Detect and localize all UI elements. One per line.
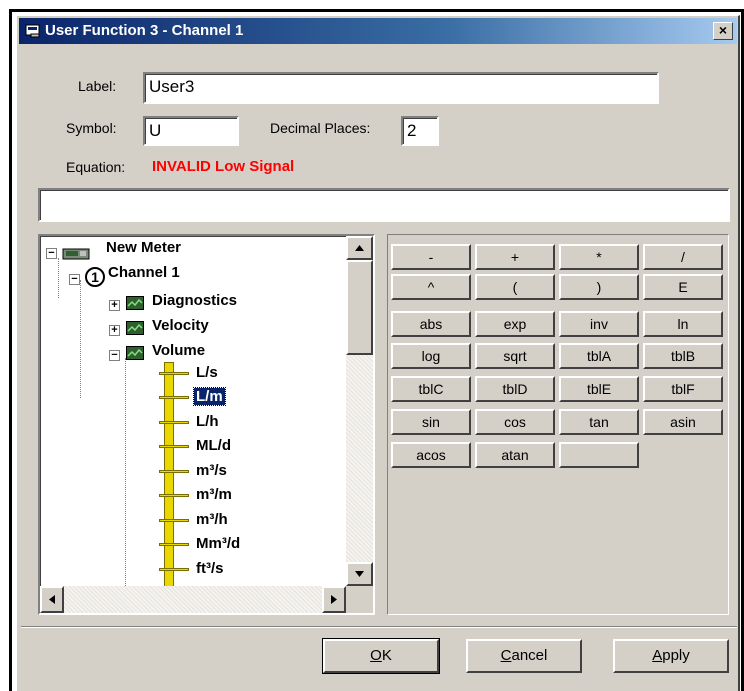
tree-unit-label[interactable]: m³/h xyxy=(196,511,228,528)
key-power[interactable]: ^ xyxy=(391,274,471,300)
key-inv[interactable]: inv xyxy=(559,311,639,337)
close-button[interactable]: × xyxy=(713,22,733,40)
unit-tick-icon xyxy=(159,568,189,571)
window-title: User Function 3 - Channel 1 xyxy=(45,22,244,39)
equation-caption: Equation: xyxy=(66,159,126,175)
key-minus[interactable]: - xyxy=(391,244,471,270)
key-tan[interactable]: tan xyxy=(559,409,639,435)
tree-line xyxy=(125,358,126,613)
chart-icon xyxy=(126,346,144,360)
key-abs[interactable]: abs xyxy=(391,311,471,337)
symbol-caption: Symbol: xyxy=(66,120,117,136)
equation-status: INVALID Low Signal xyxy=(152,158,295,175)
unit-tick-icon xyxy=(159,396,189,399)
key-exp[interactable]: exp xyxy=(475,311,555,337)
scroll-thumb[interactable] xyxy=(346,260,373,355)
tree-group-label[interactable]: Volume xyxy=(152,342,205,359)
expand-toggle[interactable]: + xyxy=(109,325,120,336)
cancel-accel: C xyxy=(500,647,512,664)
tree-unit-label[interactable]: m³/s xyxy=(196,462,227,479)
unit-tick-icon xyxy=(159,372,189,375)
key-tblc[interactable]: tblC xyxy=(391,376,471,402)
tree-channel-label[interactable]: Channel 1 xyxy=(108,264,180,281)
tree-group-label[interactable]: Diagnostics xyxy=(152,292,237,309)
tree-unit-label-selected[interactable]: L/m xyxy=(193,387,226,406)
unit-tick-icon xyxy=(159,494,189,497)
title-bar[interactable]: User Function 3 - Channel 1 × xyxy=(19,18,737,44)
unit-tick-icon xyxy=(159,421,189,424)
unit-tick-icon xyxy=(159,445,189,448)
tree-unit-label[interactable]: L/s xyxy=(196,364,218,381)
key-log[interactable]: log xyxy=(391,343,471,369)
cancel-button[interactable]: Cancel xyxy=(466,639,582,673)
collapse-toggle[interactable]: − xyxy=(46,248,57,259)
label-input[interactable]: User3 xyxy=(143,72,659,104)
apply-accel: A xyxy=(652,647,663,664)
scroll-down-button[interactable] xyxy=(346,562,373,586)
scroll-right-button[interactable] xyxy=(322,586,346,613)
apply-label: pply xyxy=(662,647,690,664)
key-atan[interactable]: atan xyxy=(475,442,555,468)
tree-group-label[interactable]: Velocity xyxy=(152,317,209,334)
label-caption: Label: xyxy=(78,78,117,94)
apply-button[interactable]: Apply xyxy=(613,639,729,673)
collapse-toggle[interactable]: − xyxy=(69,274,80,285)
decimal-places-input[interactable]: 2 xyxy=(401,116,439,146)
ok-label: K xyxy=(381,647,392,664)
tree-root-label[interactable]: New Meter xyxy=(106,239,181,256)
key-tbld[interactable]: tblD xyxy=(475,376,555,402)
meter-icon xyxy=(62,247,90,264)
key-plus[interactable]: + xyxy=(475,244,555,270)
tree-unit-label[interactable]: Mm³/d xyxy=(196,535,240,552)
tree-view[interactable]: − New Meter − 1 Channel 1 + Diagnostics … xyxy=(38,234,375,615)
key-blank[interactable] xyxy=(559,442,639,468)
expand-toggle[interactable]: + xyxy=(109,300,120,311)
tree-horizontal-scrollbar[interactable] xyxy=(40,586,346,613)
unit-tick-icon xyxy=(159,519,189,522)
scroll-left-button[interactable] xyxy=(40,586,64,613)
key-acos[interactable]: acos xyxy=(391,442,471,468)
equation-input[interactable] xyxy=(38,188,730,222)
key-asin[interactable]: asin xyxy=(643,409,723,435)
svg-text:1: 1 xyxy=(91,269,99,285)
ok-accel: O xyxy=(370,647,382,664)
tree-unit-label[interactable]: ML/d xyxy=(196,437,231,454)
decimal-places-caption: Decimal Places: xyxy=(270,120,371,136)
app-icon xyxy=(25,24,41,38)
chart-icon xyxy=(126,296,144,310)
key-tble[interactable]: tblE xyxy=(559,376,639,402)
ok-button[interactable]: OK xyxy=(322,638,440,674)
key-tblf[interactable]: tblF xyxy=(643,376,723,402)
cancel-label: ancel xyxy=(511,647,548,664)
key-sqrt[interactable]: sqrt xyxy=(475,343,555,369)
key-exponent[interactable]: E xyxy=(643,274,723,300)
key-close-paren[interactable]: ) xyxy=(559,274,639,300)
key-sin[interactable]: sin xyxy=(391,409,471,435)
scroll-up-button[interactable] xyxy=(346,236,373,260)
key-multiply[interactable]: * xyxy=(559,244,639,270)
key-ln[interactable]: ln xyxy=(643,311,723,337)
tree-line xyxy=(58,258,59,298)
unit-tick-icon xyxy=(159,470,189,473)
key-open-paren[interactable]: ( xyxy=(475,274,555,300)
scroll-corner xyxy=(346,586,373,613)
key-divide[interactable]: / xyxy=(643,244,723,270)
key-tbla[interactable]: tblA xyxy=(559,343,639,369)
footer-separator xyxy=(21,626,737,628)
key-cos[interactable]: cos xyxy=(475,409,555,435)
channel-number-icon: 1 xyxy=(84,266,106,291)
unit-scale-icon xyxy=(164,362,174,613)
tree-unit-label[interactable]: ft³/s xyxy=(196,560,224,577)
symbol-input[interactable]: U xyxy=(143,116,239,146)
tree-line xyxy=(80,280,81,398)
key-tblb[interactable]: tblB xyxy=(643,343,723,369)
tree-unit-label[interactable]: m³/m xyxy=(196,486,232,503)
tree-unit-label[interactable]: L/h xyxy=(196,413,219,430)
unit-tick-icon xyxy=(159,543,189,546)
chart-icon xyxy=(126,321,144,335)
collapse-toggle[interactable]: − xyxy=(109,350,120,361)
